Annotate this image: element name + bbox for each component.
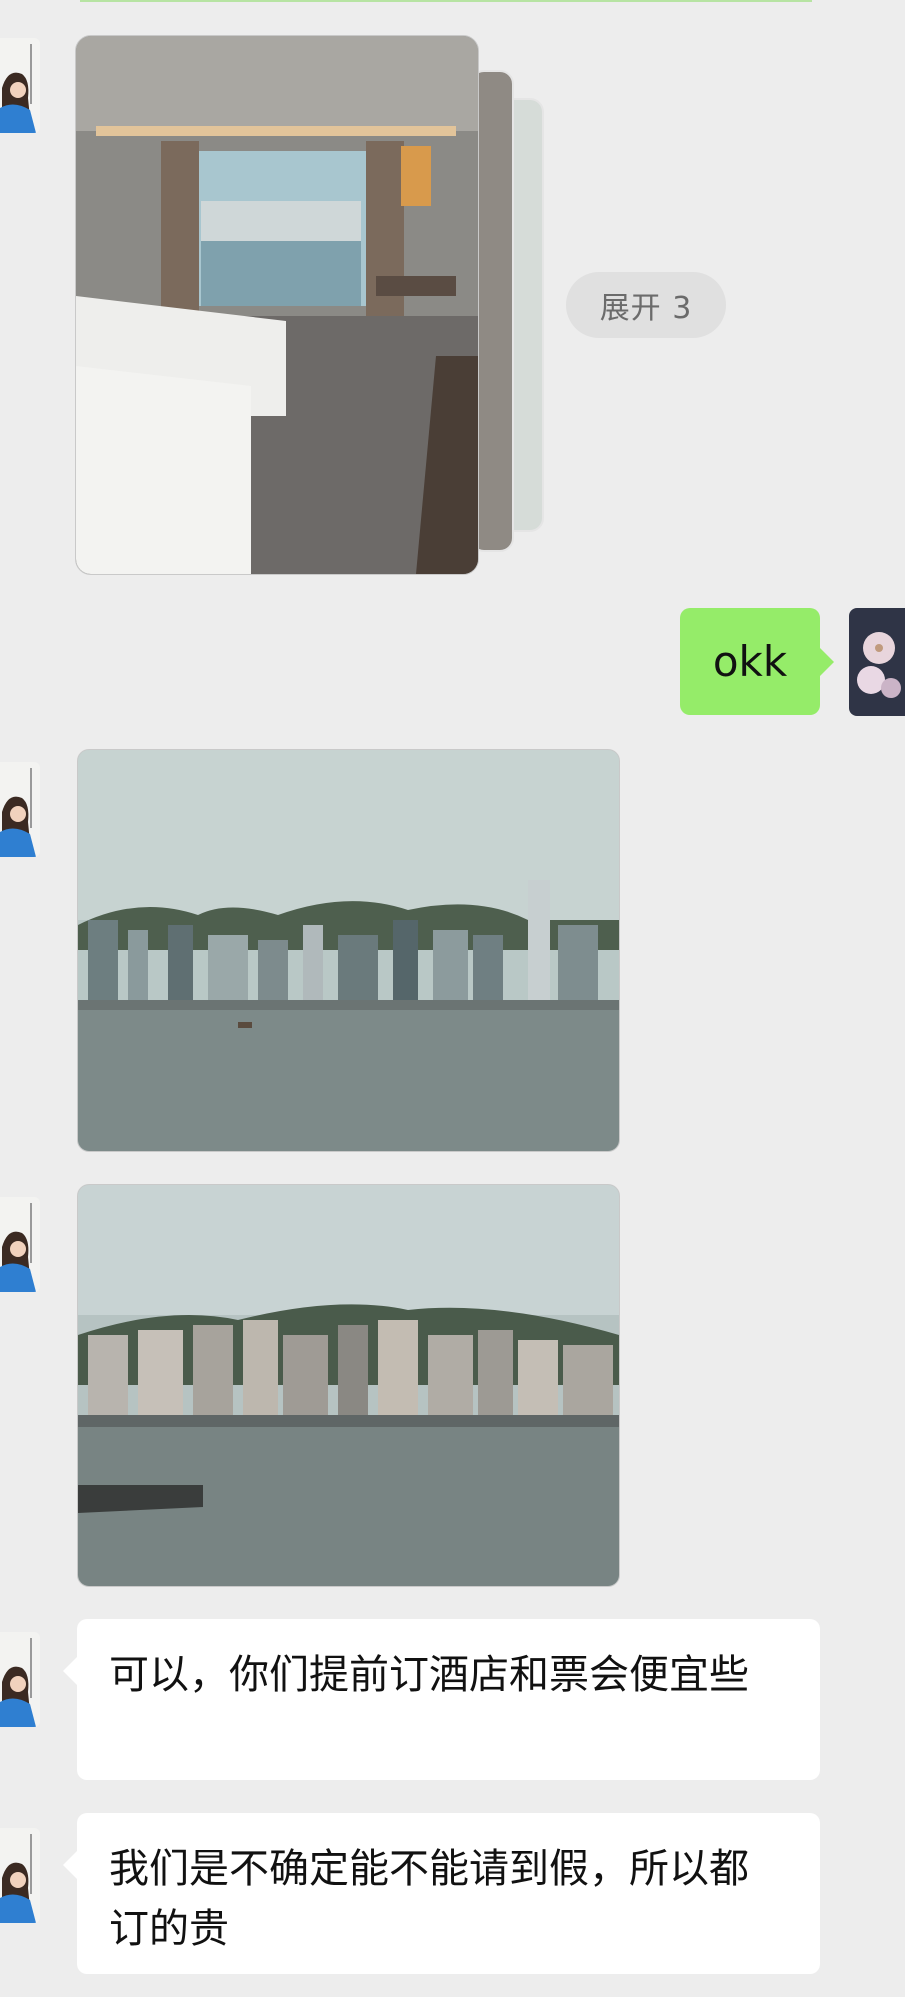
received-message-bubble[interactable]: 我们是不确定能不能请到假，所以都订的贵 xyxy=(63,1813,820,1974)
received-message-bubble[interactable]: 可以，你们提前订酒店和票会便宜些 xyxy=(63,1619,820,1780)
expand-photos-button[interactable]: 展开 3 xyxy=(566,272,726,338)
contact-avatar[interactable] xyxy=(0,762,40,857)
divider-line xyxy=(80,0,812,2)
self-avatar[interactable] xyxy=(849,608,905,716)
contact-avatar[interactable] xyxy=(0,1828,40,1923)
contact-avatar[interactable] xyxy=(0,1632,40,1727)
harbour-skyline-photo[interactable] xyxy=(77,749,620,1152)
contact-avatar[interactable] xyxy=(0,1197,40,1292)
sent-message-bubble[interactable]: okk xyxy=(680,608,834,715)
contact-avatar[interactable] xyxy=(0,38,40,133)
harbour-skyline-photo-2[interactable] xyxy=(77,1184,620,1587)
hotel-room-photo[interactable] xyxy=(75,35,479,575)
